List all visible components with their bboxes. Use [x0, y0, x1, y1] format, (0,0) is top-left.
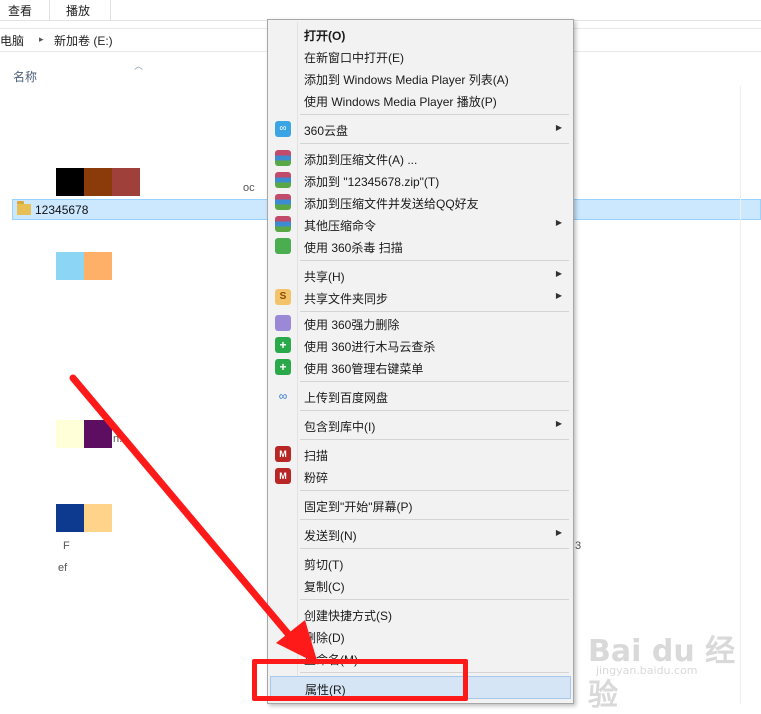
annotation-arrow: [69, 374, 318, 664]
arrow-shaft: [69, 374, 304, 652]
watermark-url: jingyan.baidu.com: [596, 664, 698, 677]
highlight-box: [252, 659, 468, 701]
